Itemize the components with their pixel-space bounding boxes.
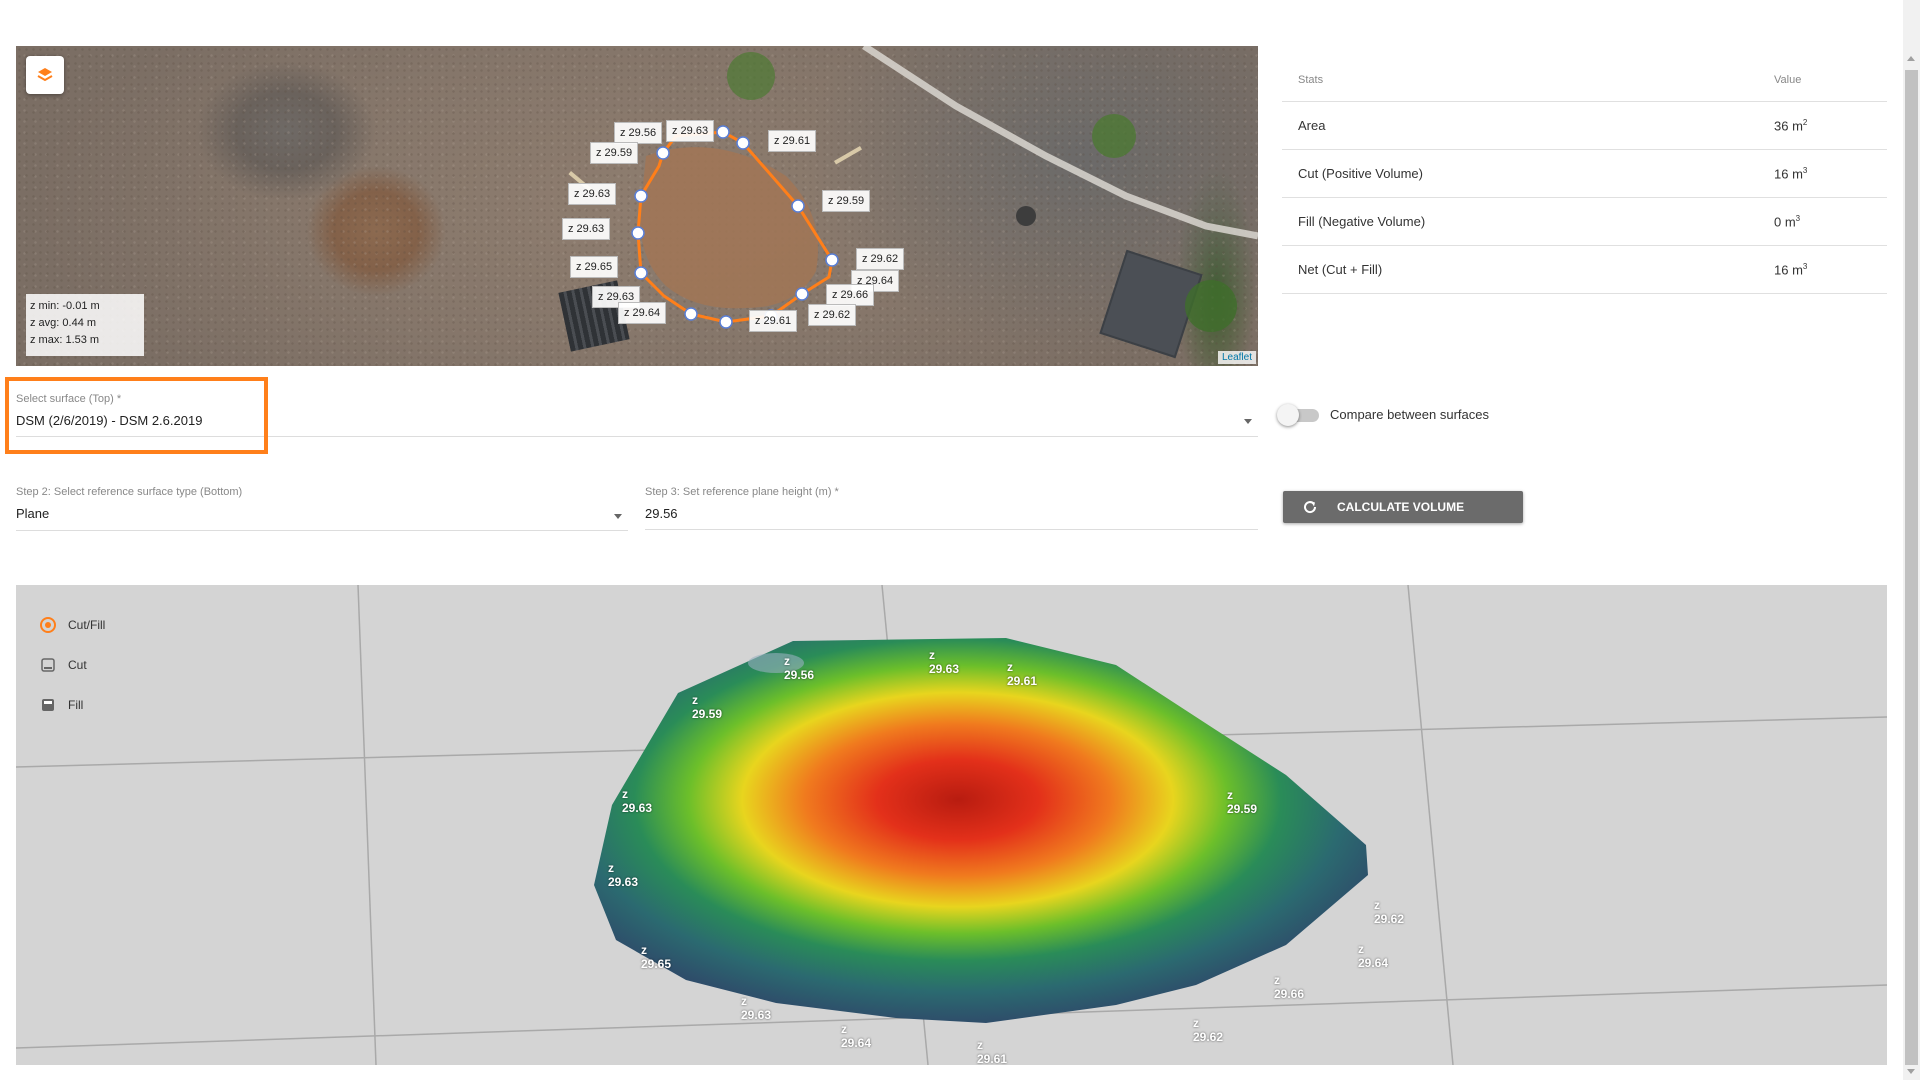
reference-plane-height-input[interactable]: Step 3: Set reference plane height (m) *… — [645, 486, 1258, 530]
z-avg-text: z avg: 0.44 m — [30, 317, 97, 329]
step3-label: Step 3: Set reference plane height (m) * — [645, 486, 839, 498]
radio-selected-icon[interactable] — [40, 617, 56, 633]
layers-button[interactable] — [26, 56, 64, 94]
table-row: Net (Cut + Fill) 16 m3 — [1282, 246, 1887, 294]
z-max-text: z max: 1.53 m — [30, 334, 100, 346]
stats-table: Stats Value Area 36 m2 Cut (Positive Vol… — [1282, 58, 1887, 294]
step2-value: Plane — [16, 506, 50, 521]
3d-vertex-label: z 29.62 — [1374, 898, 1405, 926]
scroll-down-arrow-icon[interactable] — [1907, 1069, 1915, 1074]
stat-name: Net (Cut + Fill) — [1298, 262, 1383, 277]
stat-value: 16 m3 — [1774, 261, 1808, 278]
fill-option[interactable]: Fill — [40, 685, 105, 725]
map-vertex-label: z 29.65 — [570, 256, 619, 278]
3d-vertex-label: z 29.63 — [741, 994, 772, 1022]
layers-icon — [37, 68, 53, 82]
map-vertex-label: z 29.62 — [808, 304, 857, 326]
cut-fill-option[interactable]: Cut/Fill — [40, 605, 105, 645]
stats-header: Stats Value — [1282, 58, 1887, 102]
refresh-icon — [1304, 501, 1317, 514]
3d-vertex-label: z 29.64 — [1358, 942, 1389, 970]
3d-vertex-label: z 29.66 — [1274, 973, 1305, 1001]
fill-label: Fill — [68, 698, 84, 712]
compare-surfaces-label: Compare between surfaces — [1330, 407, 1489, 422]
table-row: Cut (Positive Volume) 16 m3 — [1282, 150, 1887, 198]
scroll-up-arrow-icon[interactable] — [1907, 56, 1915, 61]
stats-header-value: Value — [1774, 73, 1802, 86]
cut-fill-label: Cut/Fill — [68, 618, 106, 632]
compare-surfaces-toggle[interactable] — [1277, 404, 1321, 426]
leaflet-attribution-link[interactable]: Leaflet — [1217, 351, 1256, 364]
page-scrollbar[interactable] — [1903, 0, 1920, 1080]
3d-vertex-label: z 29.63 — [622, 787, 653, 815]
chevron-down-icon — [614, 514, 622, 519]
fill-icon[interactable] — [40, 697, 56, 713]
map-elevation-stats: z min: -0.01 m z avg: 0.44 m z max: 1.53… — [26, 294, 144, 356]
stat-name: Fill (Negative Volume) — [1298, 214, 1426, 229]
stats-header-name: Stats — [1298, 73, 1324, 86]
map-vertex-label: z 29.59 — [590, 142, 639, 164]
3d-vertex-label: z 29.61 — [977, 1038, 1008, 1065]
map-view[interactable]: z min: -0.01 m z avg: 0.44 m z max: 1.53… — [16, 46, 1258, 366]
z-min-text: z min: -0.01 m — [30, 300, 100, 312]
chevron-down-icon — [1244, 419, 1252, 424]
reference-surface-type-select[interactable]: Step 2: Select reference surface type (B… — [16, 486, 628, 531]
step3-value[interactable]: 29.56 — [645, 506, 1258, 521]
stat-value: 0 m3 — [1774, 213, 1801, 230]
map-vertex-label: z 29.61 — [749, 310, 798, 332]
calculate-volume-label: CALCULATE VOLUME — [1337, 500, 1465, 514]
3d-vertex-label: z 29.59 — [1227, 788, 1258, 816]
map-vertex-label: z 29.56 — [614, 122, 663, 144]
table-row: Fill (Negative Volume) 0 m3 — [1282, 198, 1887, 246]
3d-vertex-label: z 29.56 — [784, 654, 815, 682]
stat-name: Area — [1298, 118, 1326, 133]
cut-icon[interactable] — [40, 657, 56, 673]
scroll-thumb[interactable] — [1905, 70, 1918, 1065]
display-mode-legend: Cut/Fill Cut Fill — [40, 605, 105, 725]
map-vertex-label: z 29.59 — [822, 190, 871, 212]
table-row: Area 36 m2 — [1282, 102, 1887, 150]
map-vertex-label: z 29.63 — [666, 120, 715, 142]
highlight-annotation-box — [5, 377, 268, 454]
3d-vertex-label: z 29.61 — [1007, 660, 1038, 688]
cut-option[interactable]: Cut — [40, 645, 105, 685]
map-vertex-label: z 29.62 — [856, 248, 905, 270]
3d-vertex-label: z 29.59 — [692, 693, 723, 721]
stat-value: 16 m3 — [1774, 165, 1808, 182]
cut-label: Cut — [68, 658, 87, 672]
map-vertex-label: z 29.63 — [562, 218, 611, 240]
3d-vertex-label: z 29.65 — [641, 943, 672, 971]
surface-3d-view[interactable]: Cut/Fill Cut Fill z 29.56 z 29.63 z 29.61 z… — [16, 585, 1887, 1065]
step2-label: Step 2: Select reference surface type (B… — [16, 486, 243, 498]
3d-vertex-label: z 29.64 — [841, 1022, 872, 1050]
3d-vertex-label: z 29.62 — [1193, 1016, 1224, 1044]
calculate-volume-button[interactable]: CALCULATE VOLUME — [1283, 491, 1523, 523]
3d-vertex-label: z 29.63 — [608, 861, 639, 889]
map-vertex-label: z 29.63 — [568, 183, 617, 205]
stat-value: 36 m2 — [1774, 117, 1808, 134]
stat-name: Cut (Positive Volume) — [1298, 166, 1423, 181]
map-vertex-label: z 29.64 — [618, 302, 667, 324]
map-vertex-label: z 29.66 — [826, 284, 875, 306]
3d-vertex-label: z 29.63 — [929, 648, 960, 676]
map-vertex-label: z 29.61 — [768, 130, 817, 152]
